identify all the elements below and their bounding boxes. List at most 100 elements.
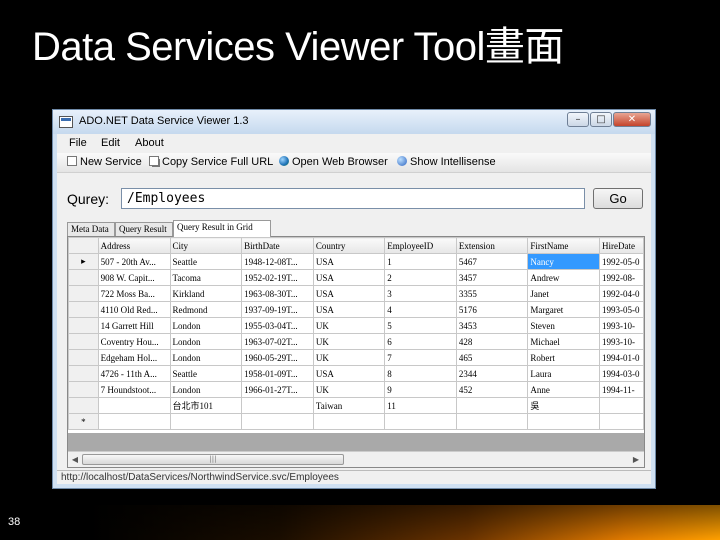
column-header[interactable]: City — [169, 237, 243, 254]
row-header[interactable] — [68, 349, 99, 366]
table-row[interactable]: 台北市101 Taiwan 11 吳 — [68, 397, 644, 414]
grid-cell[interactable]: 722 Moss Ba... — [97, 285, 171, 302]
table-row[interactable]: 14 Garrett Hill London 1955-03-04T... UK… — [68, 317, 644, 334]
grid-cell[interactable] — [97, 413, 171, 430]
grid-cell[interactable]: 5176 — [455, 301, 529, 318]
grid-cell[interactable]: Michael — [527, 333, 600, 350]
grid-cell[interactable]: 3 — [384, 285, 457, 302]
column-header[interactable]: FirstName — [527, 237, 600, 254]
title-bar[interactable]: ADO.NET Data Service Viewer 1.3 – □ ✕ — [53, 110, 655, 134]
grid-cell[interactable]: Kirkland — [169, 285, 243, 302]
grid-cell[interactable]: USA — [312, 269, 386, 286]
grid-cell[interactable]: 1994-11- — [598, 381, 644, 398]
grid-cell[interactable]: UK — [312, 349, 386, 366]
grid-cell[interactable]: Janet — [527, 285, 600, 302]
grid-cell[interactable] — [241, 413, 314, 430]
open-browser-button[interactable]: Open Web Browser — [279, 156, 388, 168]
scroll-thumb[interactable]: ||| — [82, 454, 344, 465]
column-header[interactable]: Country — [312, 237, 386, 254]
grid-cell[interactable]: 9 — [384, 381, 457, 398]
selected-grid-cell[interactable]: Nancy — [527, 253, 600, 270]
grid-cell[interactable]: 3355 — [455, 285, 529, 302]
grid-cell[interactable]: UK — [312, 333, 386, 350]
grid-cell[interactable]: 1963-07-02T... — [241, 333, 314, 350]
row-header[interactable] — [68, 397, 99, 414]
current-row-indicator[interactable]: ▸ — [68, 253, 99, 270]
tab-query-result-grid[interactable]: Query Result in Grid — [173, 220, 271, 237]
grid-cell[interactable]: 1952-02-19T... — [241, 269, 314, 286]
grid-cell[interactable]: 1955-03-04T... — [241, 317, 314, 334]
grid-cell[interactable]: Seattle — [169, 253, 243, 270]
grid-cell[interactable]: Edgeham Hol... — [97, 349, 171, 366]
table-row[interactable]: Edgeham Hol... London 1960-05-29T... UK … — [68, 349, 644, 366]
query-input[interactable]: /Employees — [121, 188, 585, 209]
scroll-right-arrow[interactable]: ▶ — [630, 454, 642, 466]
grid-cell[interactable] — [312, 413, 386, 430]
grid-cell[interactable]: UK — [312, 317, 386, 334]
table-row[interactable]: ▸ 507 - 20th Av... Seattle 1948-12-08T..… — [68, 253, 644, 270]
grid-cell[interactable]: London — [169, 349, 243, 366]
grid-cell[interactable]: Tacoma — [169, 269, 243, 286]
grid-cell[interactable]: Steven — [527, 317, 600, 334]
grid-cell[interactable]: 1 — [384, 253, 457, 270]
column-header[interactable]: BirthDate — [241, 237, 314, 254]
grid-cell[interactable] — [527, 413, 600, 430]
grid-cell[interactable]: Coventry Hou... — [97, 333, 171, 350]
grid-cell[interactable]: 11 — [384, 397, 457, 414]
grid-cell[interactable]: 7 — [384, 349, 457, 366]
grid-cell[interactable]: 908 W. Capit... — [97, 269, 171, 286]
grid-cell[interactable]: 7 Houndstoot... — [97, 381, 171, 398]
close-button[interactable]: ✕ — [613, 112, 651, 127]
grid-cell[interactable]: 1966-01-27T... — [241, 381, 314, 398]
row-header[interactable] — [68, 301, 99, 318]
table-row[interactable]: 908 W. Capit... Tacoma 1952-02-19T... US… — [68, 269, 644, 286]
grid-cell[interactable]: 465 — [455, 349, 529, 366]
grid-cell[interactable]: 6 — [384, 333, 457, 350]
table-row[interactable]: Coventry Hou... London 1963-07-02T... UK… — [68, 333, 644, 350]
row-header[interactable] — [68, 381, 99, 398]
grid-cell[interactable]: 452 — [455, 381, 529, 398]
grid-cell[interactable]: Seattle — [169, 365, 243, 382]
scroll-left-arrow[interactable]: ◀ — [69, 454, 81, 466]
grid-cell[interactable] — [97, 397, 171, 414]
grid-cell[interactable]: London — [169, 317, 243, 334]
table-row[interactable]: 722 Moss Ba... Kirkland 1963-08-30T... U… — [68, 285, 644, 302]
grid-cell[interactable]: 428 — [455, 333, 529, 350]
grid-cell[interactable]: 1994-01-0 — [598, 349, 644, 366]
grid-cell[interactable] — [455, 397, 529, 414]
menu-file[interactable]: File — [69, 137, 87, 149]
row-header[interactable] — [68, 317, 99, 334]
grid-cell[interactable]: 1960-05-29T... — [241, 349, 314, 366]
grid-cell[interactable]: 2 — [384, 269, 457, 286]
new-row[interactable]: * — [68, 413, 644, 430]
grid-cell[interactable] — [598, 413, 644, 430]
grid-cell[interactable]: 5467 — [455, 253, 529, 270]
grid-cell[interactable]: 1993-10- — [598, 333, 644, 350]
column-header[interactable]: HireDate — [598, 237, 644, 254]
grid-cell[interactable]: 5 — [384, 317, 457, 334]
row-header[interactable] — [68, 285, 99, 302]
column-header[interactable]: Address — [97, 237, 171, 254]
grid-cell[interactable]: 1994-03-0 — [598, 365, 644, 382]
grid-cell[interactable]: 2344 — [455, 365, 529, 382]
grid-cell[interactable]: 1958-01-09T... — [241, 365, 314, 382]
grid-cell[interactable]: 3457 — [455, 269, 529, 286]
menu-edit[interactable]: Edit — [101, 137, 120, 149]
horizontal-scrollbar[interactable]: ◀ ||| ▶ — [68, 451, 644, 467]
grid-cell[interactable]: 1993-05-0 — [598, 301, 644, 318]
grid-cell[interactable]: Redmond — [169, 301, 243, 318]
minimize-button[interactable]: – — [567, 112, 589, 127]
grid-cell[interactable] — [384, 413, 457, 430]
table-row[interactable]: 4726 - 11th A... Seattle 1958-01-09T... … — [68, 365, 644, 382]
grid-cell[interactable]: 14 Garrett Hill — [97, 317, 171, 334]
show-intellisense-button[interactable]: Show Intellisense — [397, 156, 496, 168]
grid-cell[interactable]: Laura — [527, 365, 600, 382]
grid-cell[interactable]: USA — [312, 285, 386, 302]
grid-cell[interactable]: Anne — [527, 381, 600, 398]
row-header[interactable] — [68, 365, 99, 382]
grid-cell[interactable]: London — [169, 381, 243, 398]
grid-cell[interactable]: London — [169, 333, 243, 350]
grid-cell[interactable] — [169, 413, 243, 430]
grid-cell[interactable]: UK — [312, 381, 386, 398]
grid-cell[interactable]: USA — [312, 365, 386, 382]
